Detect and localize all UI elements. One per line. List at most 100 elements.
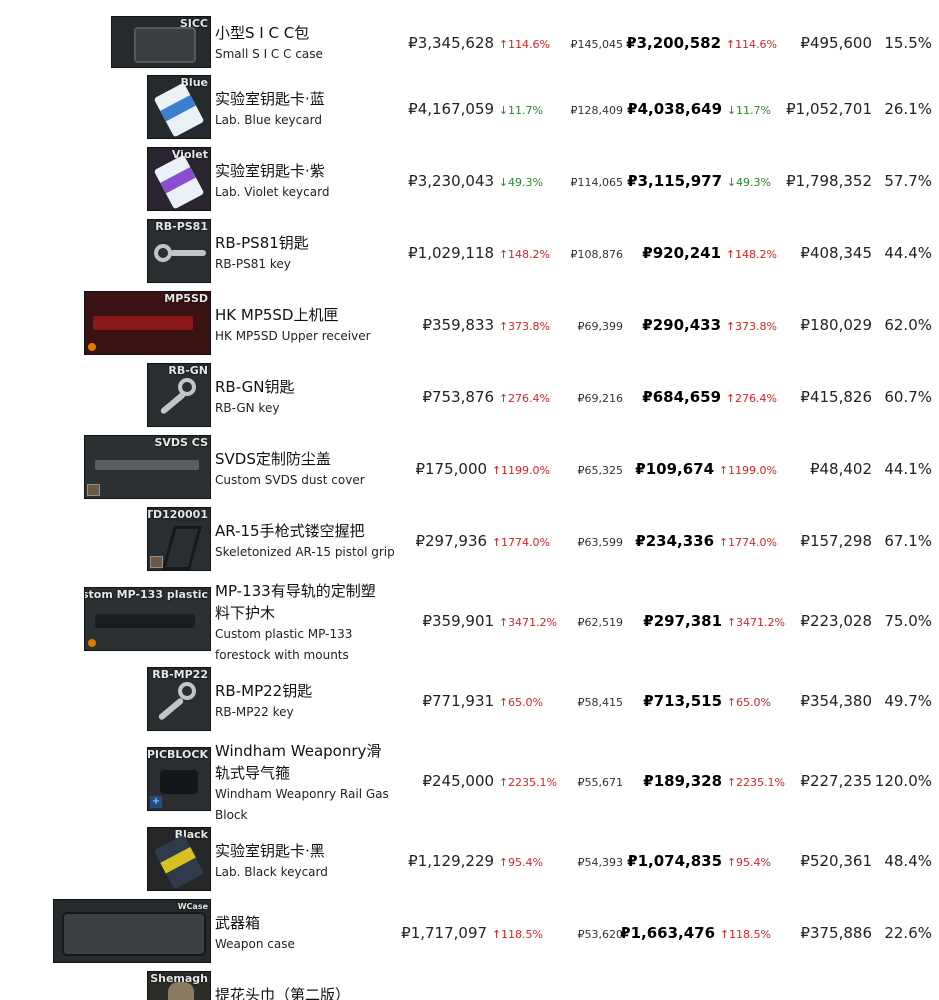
item-thumbnail[interactable]: SVDS CS [84, 435, 211, 499]
item-thumbnail[interactable]: PICBLOCK + [147, 747, 211, 811]
price-2-change: ↑114.6% [725, 38, 777, 51]
small-price: ₽128,409 [570, 104, 624, 117]
item-name-cn[interactable]: RB-MP22钥匙 [215, 680, 400, 702]
item-name-en: Small S I C C case [215, 47, 323, 61]
item-thumbnail[interactable]: TD120001 [147, 507, 211, 571]
table-row[interactable]: TD120001 AR-15手枪式镂空握把 Skeletonized AR-15… [0, 506, 939, 576]
item-name-en: Custom SVDS dust cover [215, 473, 365, 487]
attachment-icon: + [150, 796, 162, 808]
item-tag: TD120001 [147, 508, 208, 521]
price-change: ↑373.8% [498, 320, 550, 333]
price-2: ₽920,241 [642, 244, 722, 262]
item-name-cn[interactable]: RB-GN钥匙 [215, 376, 400, 398]
small-price: ₽108,876 [570, 248, 624, 261]
item-name-en: HK MP5SD Upper receiver [215, 329, 371, 343]
price-2: ₽1,663,476 [620, 924, 716, 942]
item-name-en: Skeletonized AR-15 pistol grip [215, 545, 395, 559]
price: ₽297,936 [415, 532, 488, 550]
item-thumbnail[interactable]: RB-GN [147, 363, 211, 427]
item-thumbnail[interactable]: WCase [53, 899, 211, 963]
price: ₽1,029,118 [408, 244, 495, 262]
price-change: ↑276.4% [498, 392, 550, 405]
profit: ₽415,826 [800, 388, 872, 406]
table-row[interactable]: SVDS CS SVDS定制防尘盖 Custom SVDS dust cover… [0, 434, 939, 502]
table-row[interactable]: RB-MP22 RB-MP22钥匙 RB-MP22 key ₽771,931 ↑… [0, 666, 939, 736]
pistol-grip-icon [162, 526, 202, 570]
item-thumbnail[interactable]: Custom MP-133 plastic [84, 587, 211, 651]
price-change: ↑1774.0% [491, 536, 550, 549]
item-name-cn[interactable]: 实验室钥匙卡·紫 [215, 160, 400, 182]
profit: ₽223,028 [800, 612, 872, 630]
item-tag: MP5SD [164, 292, 208, 305]
price: ₽175,000 [415, 460, 488, 478]
table-row[interactable]: Violet 实验室钥匙卡·紫 Lab. Violet keycard ₽3,2… [0, 146, 939, 214]
price-2-change: ↑373.8% [725, 320, 777, 333]
item-name-cn[interactable]: RB-PS81钥匙 [215, 232, 400, 254]
small-price: ₽114,065 [570, 176, 624, 189]
price-2-change: ↑276.4% [725, 392, 777, 405]
price-2: ₽189,328 [643, 772, 723, 790]
armor-badge-icon [87, 484, 100, 496]
table-row[interactable]: Blue 实验室钥匙卡·蓝 Lab. Blue keycard ₽4,167,0… [0, 74, 939, 142]
item-name-cn[interactable]: SVDS定制防尘盖 [215, 448, 400, 470]
item-name-cn-line-1[interactable]: Windham Weaponry滑 [215, 740, 400, 762]
keycard-icon [153, 82, 205, 138]
price-change: ↑118.5% [491, 928, 543, 941]
table-row[interactable]: Black 实验室钥匙卡·黑 Lab. Black keycard ₽1,129… [0, 826, 939, 896]
item-thumbnail[interactable]: Black [147, 827, 211, 891]
item-name-cn-line-2[interactable]: 轨式导气箍 [215, 762, 400, 784]
profit: ₽48,402 [809, 460, 872, 478]
small-price: ₽63,599 [577, 536, 624, 549]
price-2: ₽3,115,977 [627, 172, 723, 190]
price-2-change: ↑1199.0% [718, 464, 777, 477]
percent: 22.6% [884, 924, 932, 942]
profit: ₽180,029 [800, 316, 872, 334]
item-thumbnail[interactable]: MP5SD [84, 291, 211, 355]
table-row[interactable]: RB-PS81 RB-PS81钥匙 RB-PS81 key ₽1,029,118… [0, 218, 939, 286]
item-thumbnail[interactable]: Violet [147, 147, 211, 211]
item-name-cn[interactable]: 实验室钥匙卡·蓝 [215, 88, 400, 110]
item-thumbnail[interactable]: RB-PS81 [147, 219, 211, 283]
item-name-cn[interactable]: 提花头巾（第二版） [215, 984, 400, 1000]
profit: ₽495,600 [800, 34, 872, 52]
price: ₽753,876 [422, 388, 495, 406]
item-name-cn[interactable]: AR-15手枪式镂空握把 [215, 520, 400, 542]
item-name-en: Lab. Blue keycard [215, 113, 322, 127]
table-row[interactable]: RB-GN RB-GN钥匙 RB-GN key ₽753,876 ↑276.4%… [0, 362, 939, 430]
item-name-cn[interactable]: HK MP5SD上机匣 [215, 304, 400, 326]
table-row[interactable]: MP5SD HK MP5SD上机匣 HK MP5SD Upper receive… [0, 290, 939, 358]
item-tag: PICBLOCK [147, 748, 208, 761]
table-row[interactable]: PICBLOCK + Windham Weaponry滑 轨式导气箍 Windh… [0, 738, 939, 824]
receiver-icon [93, 316, 193, 330]
item-name-cn-line-1[interactable]: MP-133有导轨的定制塑 [215, 580, 400, 602]
price-2-change: ↑3471.2% [726, 616, 785, 629]
percent: 44.4% [884, 244, 932, 262]
price-2: ₽713,515 [643, 692, 723, 710]
price: ₽245,000 [422, 772, 495, 790]
item-name-en-line-2: forestock with mounts [215, 648, 349, 662]
price-change: ↓11.7% [498, 104, 543, 117]
item-name-cn[interactable]: 实验室钥匙卡·黑 [215, 840, 400, 862]
profit: ₽227,235 [800, 772, 872, 790]
armor-badge-icon [150, 556, 163, 568]
item-name-cn[interactable]: 小型S I C C包 [215, 22, 400, 44]
shemagh-icon [168, 982, 194, 1000]
item-tag: Custom MP-133 plastic [85, 588, 208, 601]
percent: 48.4% [884, 852, 932, 870]
price-2-change: ↑148.2% [725, 248, 777, 261]
table-row[interactable]: Shemagh 提花头巾（第二版） [0, 970, 939, 1000]
price-2-change: ↓11.7% [726, 104, 771, 117]
item-name-cn[interactable]: 武器箱 [215, 912, 400, 934]
item-thumbnail[interactable]: RB-MP22 [147, 667, 211, 731]
table-row[interactable]: SICC 小型S I C C包 Small S I C C case ₽3,34… [0, 14, 939, 72]
table-row[interactable]: WCase 武器箱 Weapon case ₽1,717,097 ↑118.5%… [0, 898, 939, 968]
item-thumbnail[interactable]: SICC [111, 16, 211, 68]
percent: 26.1% [884, 100, 932, 118]
item-thumbnail[interactable]: Blue [147, 75, 211, 139]
item-thumbnail[interactable]: Shemagh [147, 971, 211, 1000]
item-name-en: Lab. Violet keycard [215, 185, 330, 199]
table-row[interactable]: Custom MP-133 plastic MP-133有导轨的定制塑 料下护木… [0, 578, 939, 664]
weapon-case-icon [62, 912, 206, 956]
item-name-cn-line-2[interactable]: 料下护木 [215, 602, 400, 624]
price-change: ↑95.4% [498, 856, 543, 869]
